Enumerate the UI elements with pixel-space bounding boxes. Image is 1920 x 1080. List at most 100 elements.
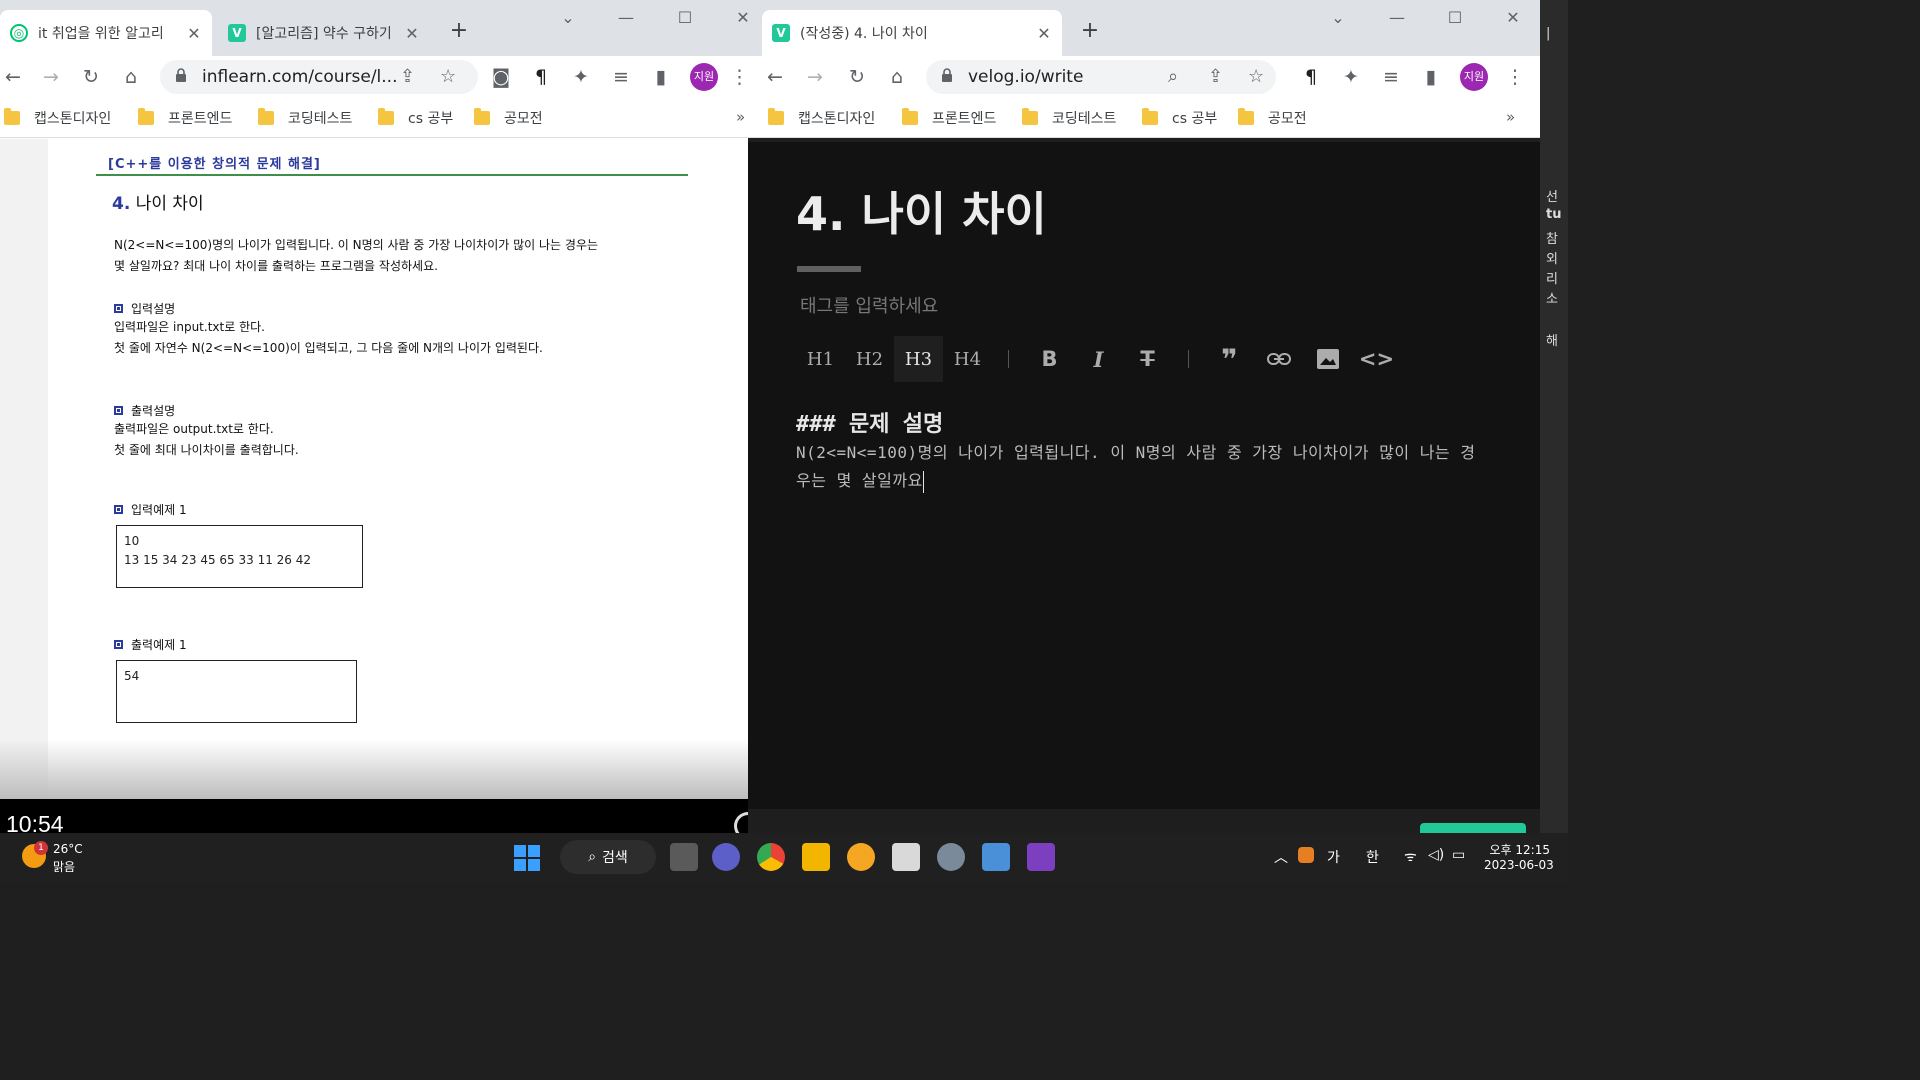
forward-icon[interactable]: → [802,64,828,90]
minimize-icon[interactable]: — [611,8,641,27]
visual-studio-icon[interactable] [1027,843,1055,871]
forward-icon[interactable]: → [38,64,64,90]
tab-search-icon[interactable]: ⌄ [553,8,583,27]
heading4-button[interactable]: H4 [943,336,992,382]
profile-avatar[interactable]: 지원 [1460,63,1488,91]
bookmark-star-icon[interactable]: ☆ [440,66,456,87]
maximize-icon[interactable]: ☐ [670,8,700,27]
bookmark-star-icon[interactable]: ☆ [1248,66,1264,87]
bookmark-folder[interactable]: 캡스톤디자인 [768,108,875,128]
post-title-input[interactable]: 4. 나이 차이 [796,178,1047,244]
heading3-button[interactable]: H3 [894,336,943,382]
camera-icon[interactable]: ◙ [488,64,514,90]
snipping-tool-icon[interactable] [892,843,920,871]
tab-inflearn[interactable]: ◎ it 취업을 위한 알고리 ✕ [0,10,212,56]
weather-condition[interactable]: 맑음 [53,858,75,875]
bookmarks-overflow-icon[interactable]: » [1506,108,1515,126]
taskbar-search-button[interactable]: ⌕ 검색 [560,840,656,874]
menu-kebab-icon[interactable]: ⋮ [730,64,748,90]
back-icon[interactable]: ← [762,64,788,90]
maximize-icon[interactable]: ☐ [1440,8,1470,27]
media-control-icon[interactable]: ≡ [1378,64,1404,90]
tag-input[interactable]: 태그를 입력하세요 [800,292,938,318]
minimize-icon[interactable]: — [1382,8,1412,27]
share-icon[interactable]: ⇪ [400,66,415,87]
bold-icon[interactable]: B [1025,336,1074,382]
image-icon[interactable] [1303,336,1352,382]
bookmark-folder[interactable]: 프론트엔드 [138,108,232,128]
media-control-icon[interactable]: ≡ [608,64,634,90]
new-tab-icon[interactable]: + [447,18,471,43]
settings-gear-icon[interactable] [937,843,965,871]
strikethrough-icon[interactable]: T [1123,336,1172,382]
example-line: 13 15 34 23 45 65 33 11 26 42 [124,553,312,567]
address-bar[interactable]: inflearn.com/course/l... ⇪ ☆ [160,60,478,94]
bookmark-folder[interactable]: 공모전 [1238,108,1307,128]
heading1-button[interactable]: H1 [796,336,845,382]
bookmark-folder[interactable]: cs 공부 [1142,108,1217,128]
clock-time[interactable]: 오후 12:15 [1488,841,1550,858]
side-panel-icon[interactable]: ▮ [1418,64,1444,90]
velog-editor: 4. 나이 차이 태그를 입력하세요 H1 H2 H3 H4 B I T ❞ <… [748,142,1540,833]
tray-app-icon[interactable] [1298,847,1314,863]
tab-velog-divisor[interactable]: V [알고리즘] 약수 구하기 ✕ [218,10,430,56]
bookmarks-overflow-icon[interactable]: » [736,108,745,126]
close-window-icon[interactable]: ✕ [728,8,748,27]
close-tab-icon[interactable]: ✕ [1036,24,1052,43]
file-explorer-icon[interactable] [802,843,830,871]
pilcrow-extension-icon[interactable]: ¶ [528,64,554,90]
notepad-icon[interactable] [982,843,1010,871]
zoom-icon[interactable]: ⌕ [1168,66,1178,87]
tab-search-icon[interactable]: ⌄ [1323,8,1353,27]
bookmark-folder[interactable]: 공모전 [474,108,543,128]
menu-kebab-icon[interactable]: ⋮ [1502,64,1528,90]
lecture-pdf-view: [C++를 이용한 창의적 문제 해결] 4. 나이 차이 N(2<=N<=10… [0,139,748,799]
reload-icon[interactable]: ↻ [844,64,870,90]
ime-lang[interactable]: 가 [1327,847,1340,867]
code-icon[interactable]: <> [1352,336,1401,382]
markdown-body[interactable]: N(2<=N<=100)명의 나이가 입력됩니다. 이 N명의 사람 중 가장 … [796,439,1486,495]
share-icon[interactable]: ⇪ [1208,66,1223,87]
chrome-icon[interactable] [757,843,785,871]
bookmark-folder[interactable]: 프론트엔드 [902,108,996,128]
bookmark-folder[interactable]: 코딩테스트 [258,108,352,128]
bookmark-folder[interactable]: 코딩테스트 [1022,108,1116,128]
back-icon[interactable]: ← [0,64,26,90]
ime-mode[interactable]: 한 [1366,847,1379,867]
close-window-icon[interactable]: ✕ [1498,8,1528,27]
volume-icon[interactable]: ◁) [1428,847,1444,863]
quote-icon[interactable]: ❞ [1205,336,1254,382]
bookmark-label: 공모전 [1268,111,1307,127]
italic-icon[interactable]: I [1074,336,1123,382]
clock-date[interactable]: 2023-06-03 [1484,858,1554,872]
bookmark-folder[interactable]: 캡스톤디자인 [4,108,111,128]
extensions-puzzle-icon[interactable]: ✦ [568,64,594,90]
formatting-toolbar: H1 H2 H3 H4 B I T ❞ <> [796,336,1401,382]
tray-overflow-icon[interactable]: ︿ [1274,847,1288,867]
side-panel-icon[interactable]: ▮ [648,64,674,90]
battery-icon[interactable]: ▭ [1452,847,1465,863]
close-tab-icon[interactable]: ✕ [404,24,420,43]
bookmark-folder[interactable]: cs 공부 [378,108,453,128]
app-shield-icon[interactable] [847,843,875,871]
home-icon[interactable]: ⌂ [884,64,910,90]
publish-button[interactable] [1420,823,1526,833]
profile-avatar[interactable]: 지원 [690,63,718,91]
address-bar[interactable]: velog.io/write ⌕ ⇪ ☆ [926,60,1276,94]
close-tab-icon[interactable]: ✕ [186,24,202,43]
link-icon[interactable] [1254,336,1303,382]
pilcrow-extension-icon[interactable]: ¶ [1298,64,1324,90]
task-view-icon[interactable] [670,843,698,871]
left-tab-strip: ◎ it 취업을 위한 알고리 ✕ V [알고리즘] 약수 구하기 ✕ + ⌄ … [0,0,748,56]
extensions-puzzle-icon[interactable]: ✦ [1338,64,1364,90]
teams-chat-icon[interactable] [712,843,740,871]
weather-temp[interactable]: 26°C [53,842,83,856]
reload-icon[interactable]: ↻ [78,64,104,90]
tab-velog-write[interactable]: V (작성중) 4. 나이 차이 ✕ [762,10,1062,56]
search-icon: ⌕ [588,849,597,865]
heading2-button[interactable]: H2 [845,336,894,382]
home-icon[interactable]: ⌂ [118,64,144,90]
wifi-icon[interactable]: ᯤ [1404,847,1417,866]
new-tab-icon[interactable]: + [1078,18,1102,43]
start-windows-icon[interactable] [514,845,540,871]
